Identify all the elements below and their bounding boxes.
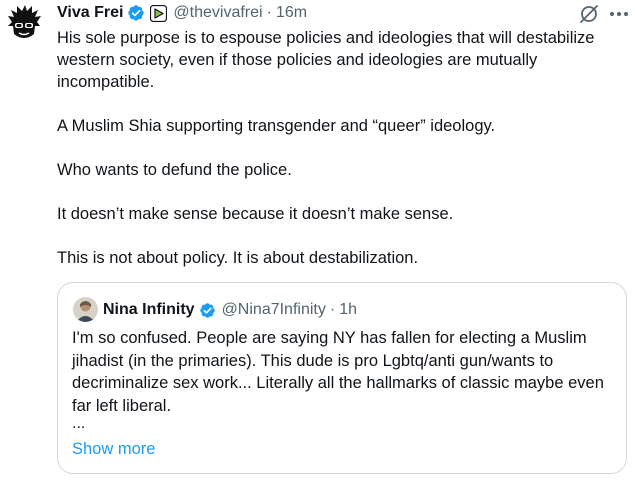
tweet-paragraph: It doesn’t make sense because it doesn’t… xyxy=(57,205,454,223)
tweet-paragraph: This is not about policy. It is about de… xyxy=(57,249,419,267)
author-handle[interactable]: @thevivafrei xyxy=(173,4,262,22)
quoted-tweet-timestamp[interactable]: 1h xyxy=(339,301,357,319)
tweet-timestamp[interactable]: 16m xyxy=(276,4,307,22)
quoted-tweet-ellipsis: ... xyxy=(72,415,86,432)
separator-dot: · xyxy=(329,301,336,318)
tweet-text: His sole purpose is to espouse policies … xyxy=(57,27,627,269)
tweet-header: Viva Frei @thevivafrei · 16m xyxy=(57,2,307,24)
quoted-author-name[interactable]: Nina Infinity xyxy=(103,301,195,319)
author-avatar[interactable] xyxy=(4,4,44,44)
quoted-tweet-text: I'm so confused. People are saying NY ha… xyxy=(72,329,604,415)
separator-dot: · xyxy=(266,4,272,21)
rumble-affiliate-icon[interactable] xyxy=(150,4,168,22)
more-options-icon[interactable] xyxy=(608,10,630,18)
tweet-paragraph: Who wants to defund the police. xyxy=(57,161,292,179)
quoted-author-avatar[interactable] xyxy=(73,297,98,322)
grok-icon[interactable] xyxy=(578,3,600,25)
tweet-paragraph: His sole purpose is to espouse policies … xyxy=(57,29,595,91)
tweet-paragraph: A Muslim Shia supporting transgender and… xyxy=(57,117,496,135)
quoted-tweet-header: Nina Infinity @Nina7Infinity · 1h xyxy=(103,300,357,320)
quoted-author-handle[interactable]: @Nina7Infinity xyxy=(222,301,326,319)
show-more-link[interactable]: Show more xyxy=(72,438,155,460)
verified-badge-icon[interactable] xyxy=(127,4,145,22)
verified-badge-icon[interactable] xyxy=(199,302,216,319)
quoted-tweet-card[interactable]: Nina Infinity @Nina7Infinity · 1h I'm so… xyxy=(57,282,627,474)
author-name[interactable]: Viva Frei xyxy=(57,4,123,22)
